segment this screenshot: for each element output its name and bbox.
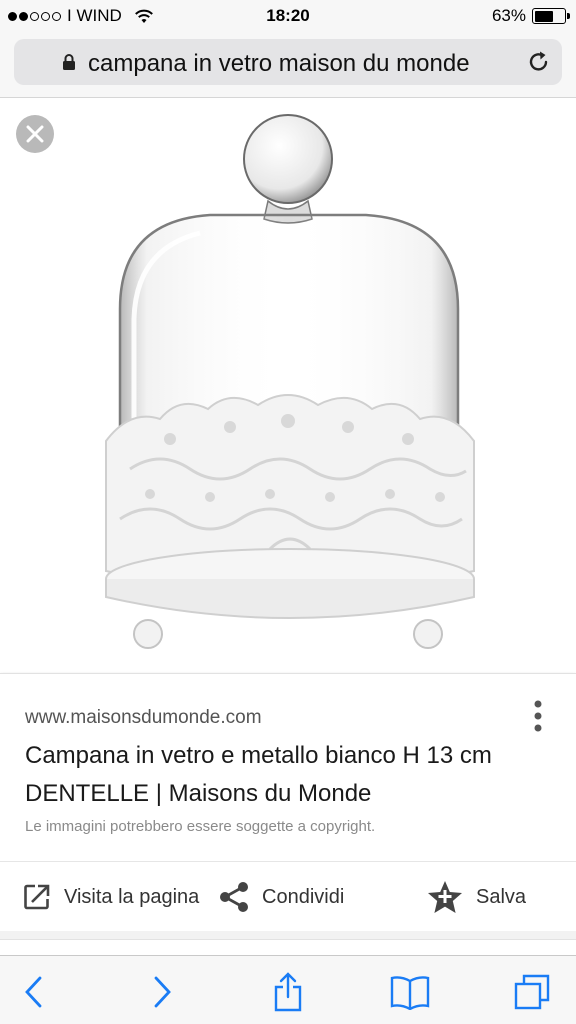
bookmarks-icon <box>390 976 430 1010</box>
share-toolbar-button[interactable] <box>266 970 310 1014</box>
tabs-button[interactable] <box>510 970 554 1014</box>
share-button[interactable]: Condividi <box>218 862 344 932</box>
more-options-icon[interactable] <box>528 698 548 734</box>
status-bar: I WIND 18:20 63% <box>0 0 576 32</box>
close-button[interactable] <box>16 115 54 153</box>
visit-page-label: Visita la pagina <box>64 885 200 908</box>
address-text[interactable]: campana in vetro maison du monde <box>88 50 470 78</box>
back-button[interactable] <box>12 970 56 1014</box>
next-result-card <box>0 939 576 955</box>
next-result-peek <box>0 931 576 955</box>
result-actions: Visita la pagina Condividi Salva <box>0 862 576 932</box>
product-image[interactable] <box>90 109 490 669</box>
share-nodes-icon <box>220 882 248 912</box>
forward-icon <box>154 976 171 1008</box>
bookmarks-button[interactable] <box>388 970 432 1014</box>
visit-page-button[interactable]: Visita la pagina <box>22 862 199 932</box>
image-viewer <box>0 99 576 673</box>
save-button[interactable]: Salva <box>426 862 526 932</box>
share-label: Condividi <box>262 885 345 908</box>
close-icon <box>26 125 44 143</box>
address-bar[interactable]: campana in vetro maison du monde <box>14 39 562 85</box>
forward-button[interactable] <box>140 970 184 1014</box>
battery-icon <box>532 8 570 24</box>
lock-icon <box>63 54 75 70</box>
result-title[interactable]: Campana in vetro e metallo bianco H 13 c… <box>25 737 545 813</box>
status-right: 63% <box>491 6 570 26</box>
browser-toolbar <box>0 955 576 1024</box>
result-site[interactable]: www.maisonsdumonde.com <box>25 707 262 729</box>
copyright-note: Le immagini potrebbero essere soggette a… <box>25 818 376 835</box>
result-card: www.maisonsdumonde.com Campana in vetro … <box>0 673 576 931</box>
open-external-icon <box>24 884 50 910</box>
share-icon <box>274 972 302 1012</box>
tabs-icon <box>514 974 550 1010</box>
battery-level <box>534 10 553 22</box>
browser-header: campana in vetro maison du monde <box>0 32 576 98</box>
reload-icon[interactable] <box>526 49 552 75</box>
save-label: Salva <box>476 885 527 908</box>
status-time: 18:20 <box>266 6 310 25</box>
battery-percent: 63% <box>491 6 526 25</box>
save-star-icon <box>428 881 462 913</box>
screen: I WIND 18:20 63% campana in vetro maison… <box>0 0 576 1024</box>
back-icon <box>25 976 42 1008</box>
